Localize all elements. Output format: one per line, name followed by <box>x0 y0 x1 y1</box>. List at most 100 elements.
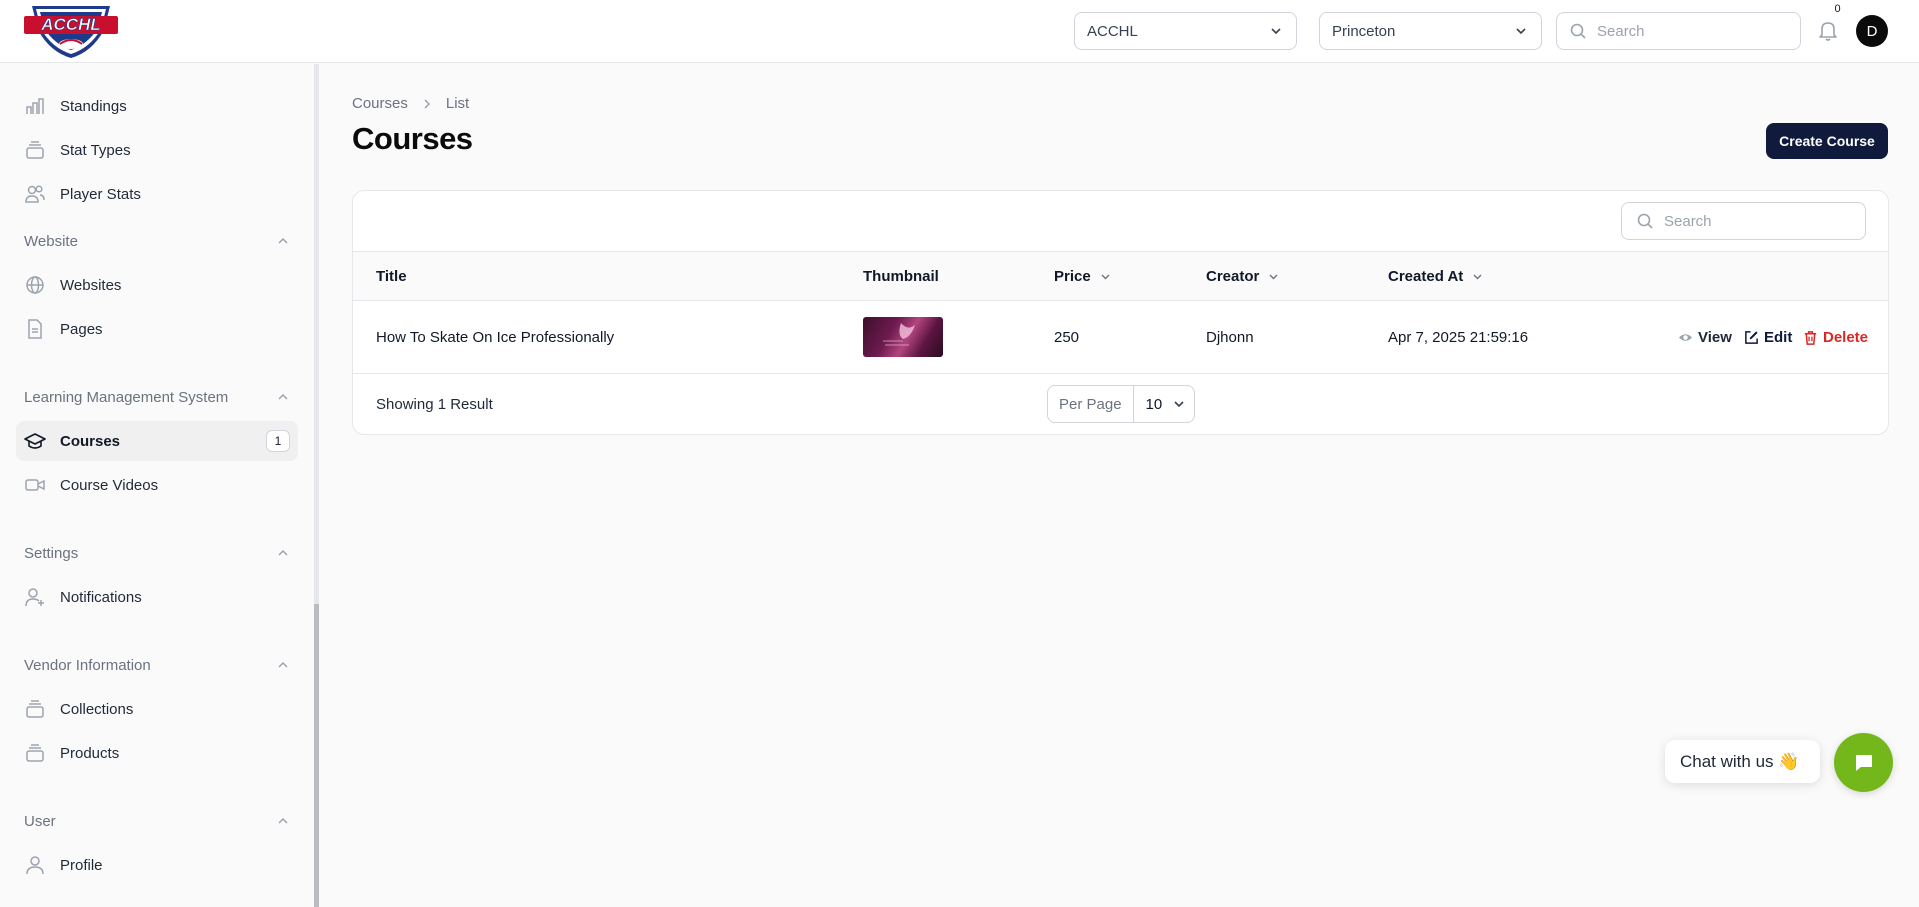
svg-text:ACCHL: ACCHL <box>40 15 101 34</box>
sidebar-item-label: Courses <box>60 432 121 450</box>
table-search[interactable] <box>1621 202 1866 240</box>
table-footer: Showing 1 Result Per Page 10 <box>353 374 1888 434</box>
sidebar-group-website[interactable]: Website <box>24 229 290 253</box>
sidebar-group-user[interactable]: User <box>24 809 290 833</box>
user-plus-icon <box>25 588 44 607</box>
sidebar-group-vendor-information[interactable]: Vendor Information <box>24 653 290 677</box>
per-page-label: Per Page <box>1048 386 1134 422</box>
sidebar-item-pages[interactable]: Pages <box>16 309 298 349</box>
sidebar-scrollbar-thumb[interactable] <box>314 604 319 907</box>
delete-action[interactable]: Delete <box>1803 301 1868 373</box>
stack-icon <box>26 744 44 762</box>
results-count: Showing 1 Result <box>376 395 493 413</box>
eye-icon <box>1678 333 1693 341</box>
sort-chevron-icon <box>1473 274 1482 279</box>
table-search-input[interactable] <box>1664 212 1854 230</box>
stack-icon <box>26 141 44 159</box>
sidebar-group-label: Learning Management System <box>24 388 229 406</box>
column-price-label: Price <box>1054 267 1091 285</box>
league-select-value: ACCHL <box>1087 22 1138 40</box>
global-search-input[interactable] <box>1597 22 1787 40</box>
sidebar-item-label: Products <box>60 744 120 762</box>
course-created-at-cell: Apr 7, 2025 21:59:16 <box>1388 328 1529 346</box>
edit-action-label: Edit <box>1764 328 1793 346</box>
sidebar-item-label: Standings <box>60 97 127 115</box>
breadcrumb-courses-link[interactable]: Courses <box>352 95 408 112</box>
top-bar: ACCHL ACCHL Princeton 0 D <box>0 0 1919 63</box>
pencil-square-icon <box>1745 330 1758 344</box>
column-creator-label: Creator <box>1206 267 1260 285</box>
sidebar-item-products[interactable]: Products <box>16 733 298 773</box>
sidebar-group-settings[interactable]: Settings <box>24 541 290 565</box>
column-created-at-label: Created At <box>1388 267 1464 285</box>
column-created-at[interactable]: Created At <box>1388 252 1484 300</box>
sidebar-group-lms[interactable]: Learning Management System <box>24 385 290 409</box>
table-header: Title Thumbnail Price Creator Created At <box>353 251 1888 301</box>
table-row[interactable]: How To Skate On Ice Professionally 250 D… <box>353 301 1888 374</box>
document-icon <box>28 319 42 339</box>
course-price-cell: 250 <box>1054 328 1080 346</box>
column-thumbnail-label: Thumbnail <box>863 267 939 285</box>
sidebar-item-websites[interactable]: Websites <box>16 265 298 305</box>
courses-count-badge: 1 <box>266 430 290 452</box>
team-select[interactable]: Princeton <box>1319 12 1542 50</box>
chevron-up-icon <box>278 817 288 824</box>
acchl-logo[interactable]: ACCHL <box>22 0 120 60</box>
courses-table-panel: Title Thumbnail Price Creator Created At… <box>352 190 1889 435</box>
search-icon <box>1637 213 1653 229</box>
sidebar-item-notifications[interactable]: Notifications <box>16 577 298 617</box>
sidebar-group-label: Settings <box>24 544 79 562</box>
course-creator-cell: Djhonn <box>1206 328 1254 346</box>
chevron-right-icon <box>424 98 430 109</box>
chevron-up-icon <box>278 237 288 244</box>
per-page-value-text: 10 <box>1145 395 1163 413</box>
sidebar-item-stat-types[interactable]: Stat Types <box>16 130 298 170</box>
chevron-down-icon <box>1174 401 1184 408</box>
trash-icon <box>1804 330 1817 345</box>
sidebar: Standings Stat Types Player Stats Websit… <box>0 64 318 907</box>
chat-bubble[interactable]: Chat with us 👋 <box>1665 740 1820 783</box>
chevron-up-icon <box>278 393 288 400</box>
notification-count-badge: 0 <box>1829 1 1846 18</box>
league-select[interactable]: ACCHL <box>1074 12 1297 50</box>
avatar[interactable]: D <box>1856 15 1888 47</box>
column-title: Title <box>376 252 407 300</box>
sort-chevron-icon <box>1101 274 1110 279</box>
bell-icon[interactable] <box>1816 18 1840 42</box>
sidebar-item-collections[interactable]: Collections <box>16 689 298 729</box>
sidebar-group-label: User <box>24 812 56 830</box>
chat-button[interactable] <box>1834 733 1893 792</box>
column-title-label: Title <box>376 267 407 285</box>
sidebar-item-course-videos[interactable]: Course Videos <box>16 465 298 505</box>
globe-icon <box>26 276 44 294</box>
sidebar-item-label: Notifications <box>60 588 142 606</box>
course-title-cell: How To Skate On Ice Professionally <box>376 328 615 346</box>
sidebar-item-player-stats[interactable]: Player Stats <box>16 174 298 214</box>
sidebar-item-standings[interactable]: Standings <box>16 86 298 126</box>
sidebar-item-label: Course Videos <box>60 476 159 494</box>
graduation-cap-icon <box>24 433 46 449</box>
sidebar-scrollbar[interactable] <box>314 64 319 907</box>
thumbnail-art <box>883 323 915 346</box>
sidebar-item-profile[interactable]: Profile <box>16 845 298 885</box>
column-creator[interactable]: Creator <box>1206 252 1280 300</box>
view-action[interactable]: View <box>1678 301 1732 373</box>
global-search[interactable] <box>1556 12 1801 50</box>
chat-icon <box>1855 754 1872 771</box>
sidebar-item-label: Player Stats <box>60 185 141 203</box>
video-camera-icon <box>25 479 45 491</box>
edit-action[interactable]: Edit <box>1744 301 1792 373</box>
sort-chevron-icon <box>1269 274 1278 279</box>
users-icon <box>25 185 45 203</box>
chevron-down-icon <box>1271 28 1281 35</box>
delete-action-label: Delete <box>1823 328 1869 346</box>
column-price[interactable]: Price <box>1054 252 1112 300</box>
per-page-value[interactable]: 10 <box>1134 396 1187 413</box>
breadcrumb: Courses List <box>352 95 469 112</box>
chevron-up-icon <box>278 549 288 556</box>
search-icon <box>1570 23 1586 39</box>
sidebar-item-courses[interactable]: Courses 1 <box>16 421 298 461</box>
course-thumbnail <box>863 317 943 357</box>
create-course-button[interactable]: Create Course <box>1766 123 1888 159</box>
per-page-select[interactable]: Per Page 10 <box>1047 385 1195 423</box>
